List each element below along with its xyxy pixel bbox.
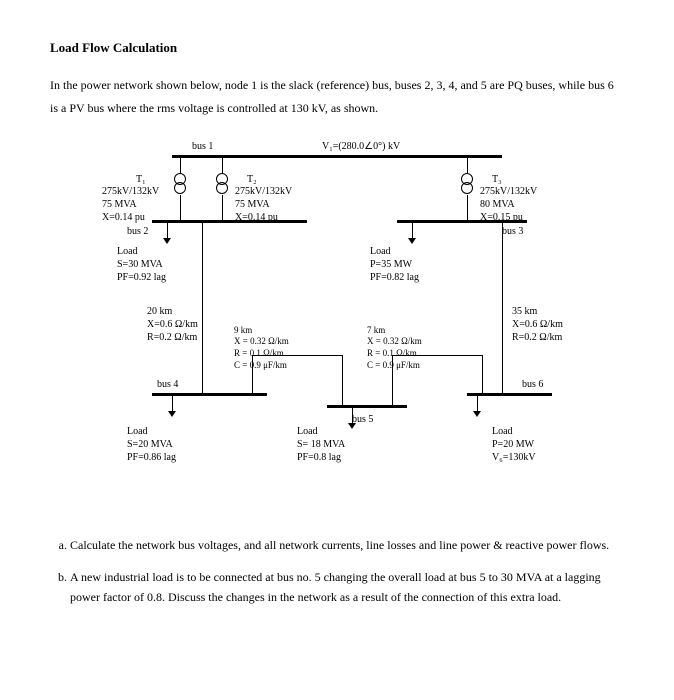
load3-label: Load P=35 MW PF=0.82 lag bbox=[370, 245, 419, 284]
t2-specs: 275kV/132kV 75 MVA X=0.14 pu bbox=[235, 185, 292, 224]
transformer-icon bbox=[174, 173, 186, 194]
load4-label: Load S=20 MVA PF=0.86 lag bbox=[127, 425, 176, 464]
question-b: A new industrial load is to be connected… bbox=[70, 567, 624, 608]
bus2-label: bus 2 bbox=[127, 225, 148, 238]
question-a: Calculate the network bus voltages, and … bbox=[70, 535, 624, 555]
bus3-label: bus 3 bbox=[502, 225, 523, 238]
arrow-down-icon bbox=[348, 423, 356, 429]
t1-specs: 275kV/132kV 75 MVA X=0.14 pu bbox=[102, 185, 159, 224]
bus6-label: bus 6 bbox=[522, 378, 543, 391]
bus4-label: bus 4 bbox=[157, 378, 178, 391]
v1-label: V₁=(280.0∠0°) kV bbox=[322, 140, 400, 153]
line36-label: 35 km X=0.6 Ω/km R=0.2 Ω/km bbox=[512, 305, 563, 344]
intro-text: In the power network shown below, node 1… bbox=[50, 74, 624, 120]
line24-label: 20 km X=0.6 Ω/km R=0.2 Ω/km bbox=[147, 305, 198, 344]
transformer-icon bbox=[461, 173, 473, 194]
page-title: Load Flow Calculation bbox=[50, 40, 624, 56]
line56-label: 7 km X = 0.32 Ω/km R = 0.1 Ω/km C = 0.9 … bbox=[367, 325, 422, 372]
load5-label: Load S= 18 MVA PF=0.8 lag bbox=[297, 425, 345, 464]
line45-label: 9 km X = 0.32 Ω/km R = 0.1 Ω/km C = 0.9 … bbox=[234, 325, 289, 372]
question-list: Calculate the network bus voltages, and … bbox=[50, 535, 624, 608]
arrow-down-icon bbox=[473, 411, 481, 417]
arrow-down-icon bbox=[168, 411, 176, 417]
transformer-icon bbox=[216, 173, 228, 194]
t3-specs: 275kV/132kV 80 MVA X=0.15 pu bbox=[480, 185, 537, 224]
power-network-diagram: bus 1 V₁=(280.0∠0°) kV T₁ 275kV/132kV 75… bbox=[72, 145, 602, 505]
arrow-down-icon bbox=[163, 238, 171, 244]
load2-label: Load S=30 MVA PF=0.92 lag bbox=[117, 245, 166, 284]
arrow-down-icon bbox=[408, 238, 416, 244]
bus1-label: bus 1 bbox=[192, 140, 213, 153]
load6-label: Load P=20 MW V₆=130kV bbox=[492, 425, 536, 464]
